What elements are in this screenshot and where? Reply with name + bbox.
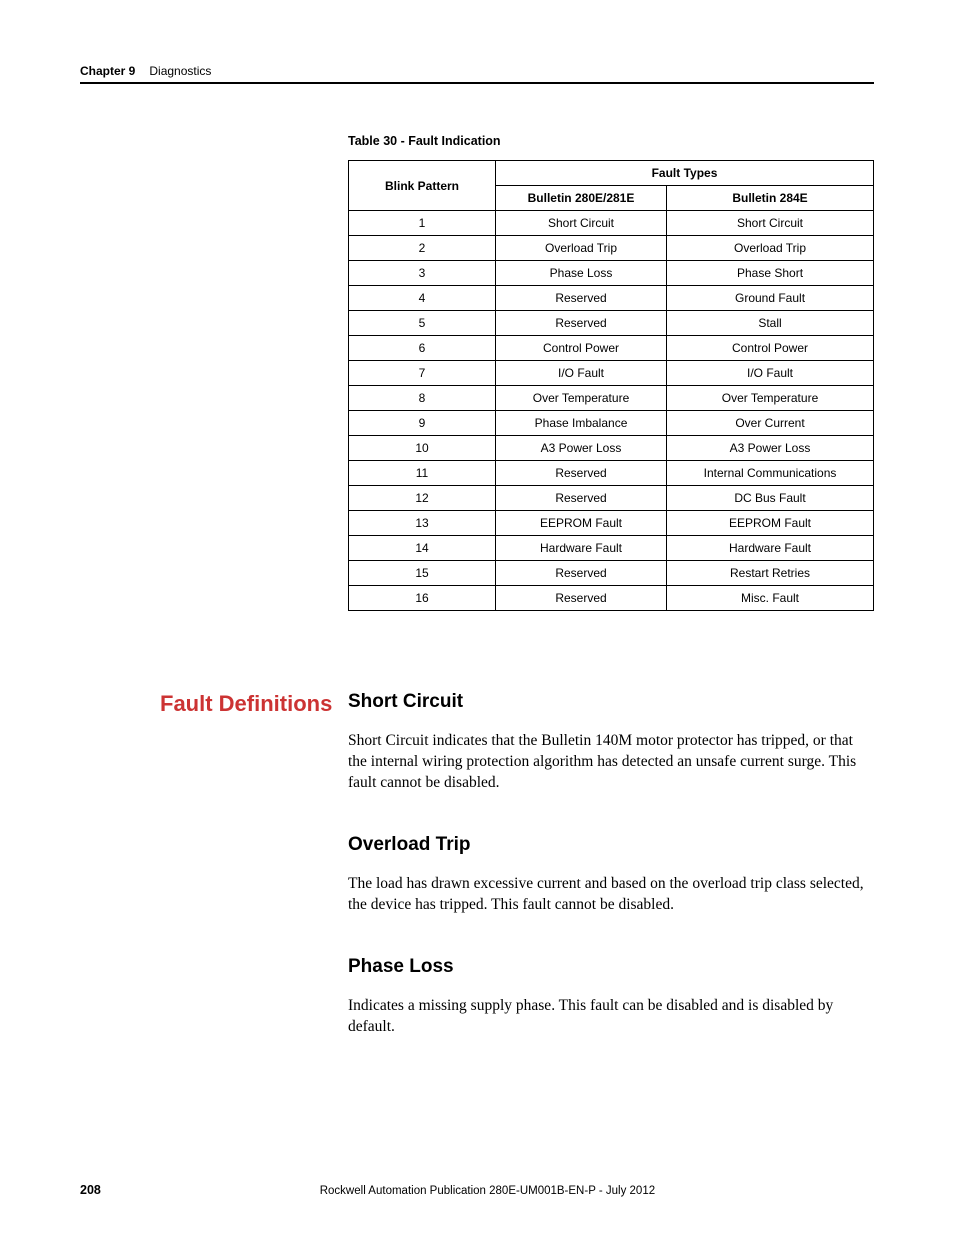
table-row: 7I/O FaultI/O Fault bbox=[349, 361, 874, 386]
bulletin-284e-cell: Over Current bbox=[667, 411, 874, 436]
page-number: 208 bbox=[80, 1183, 101, 1197]
blink-pattern-cell: 4 bbox=[349, 286, 496, 311]
bulletin-284e-cell: Control Power bbox=[667, 336, 874, 361]
bulletin-280e-cell: A3 Power Loss bbox=[496, 436, 667, 461]
col-fault-types: Fault Types bbox=[496, 161, 874, 186]
table-row: 9Phase ImbalanceOver Current bbox=[349, 411, 874, 436]
bulletin-284e-cell: DC Bus Fault bbox=[667, 486, 874, 511]
table-row: 4ReservedGround Fault bbox=[349, 286, 874, 311]
short-circuit-body: Short Circuit indicates that the Bulleti… bbox=[348, 731, 874, 794]
bulletin-280e-cell: EEPROM Fault bbox=[496, 511, 667, 536]
table-row: 12ReservedDC Bus Fault bbox=[349, 486, 874, 511]
table-row: 6Control PowerControl Power bbox=[349, 336, 874, 361]
blink-pattern-cell: 7 bbox=[349, 361, 496, 386]
blink-pattern-cell: 8 bbox=[349, 386, 496, 411]
section-label: Diagnostics bbox=[149, 64, 211, 78]
blink-pattern-cell: 12 bbox=[349, 486, 496, 511]
table-row: 8Over TemperatureOver Temperature bbox=[349, 386, 874, 411]
bulletin-280e-cell: I/O Fault bbox=[496, 361, 667, 386]
table-row: 14Hardware FaultHardware Fault bbox=[349, 536, 874, 561]
table-row: 1Short CircuitShort Circuit bbox=[349, 211, 874, 236]
table-row: 15ReservedRestart Retries bbox=[349, 561, 874, 586]
table-row: 2Overload TripOverload Trip bbox=[349, 236, 874, 261]
bulletin-280e-cell: Over Temperature bbox=[496, 386, 667, 411]
table-caption: Table 30 - Fault Indication bbox=[348, 134, 874, 148]
blink-pattern-cell: 3 bbox=[349, 261, 496, 286]
bulletin-280e-cell: Reserved bbox=[496, 486, 667, 511]
bulletin-280e-cell: Overload Trip bbox=[496, 236, 667, 261]
bulletin-280e-cell: Short Circuit bbox=[496, 211, 667, 236]
bulletin-280e-cell: Reserved bbox=[496, 586, 667, 611]
blink-pattern-cell: 9 bbox=[349, 411, 496, 436]
blink-pattern-cell: 13 bbox=[349, 511, 496, 536]
bulletin-280e-cell: Reserved bbox=[496, 461, 667, 486]
blink-pattern-cell: 5 bbox=[349, 311, 496, 336]
blink-pattern-cell: 2 bbox=[349, 236, 496, 261]
bulletin-280e-cell: Reserved bbox=[496, 286, 667, 311]
bulletin-284e-cell: Internal Communications bbox=[667, 461, 874, 486]
table-row: 3Phase LossPhase Short bbox=[349, 261, 874, 286]
blink-pattern-cell: 16 bbox=[349, 586, 496, 611]
fault-definitions-heading: Fault Definitions bbox=[160, 691, 332, 717]
blink-pattern-cell: 11 bbox=[349, 461, 496, 486]
short-circuit-heading: Short Circuit bbox=[348, 691, 874, 713]
overload-trip-body: The load has drawn excessive current and… bbox=[348, 874, 874, 916]
col-bulletin-280e-281e: Bulletin 280E/281E bbox=[496, 186, 667, 211]
table-row: 5ReservedStall bbox=[349, 311, 874, 336]
bulletin-280e-cell: Reserved bbox=[496, 561, 667, 586]
phase-loss-body: Indicates a missing supply phase. This f… bbox=[348, 996, 874, 1038]
bulletin-284e-cell: Ground Fault bbox=[667, 286, 874, 311]
bulletin-284e-cell: A3 Power Loss bbox=[667, 436, 874, 461]
phase-loss-heading: Phase Loss bbox=[348, 956, 874, 978]
bulletin-284e-cell: I/O Fault bbox=[667, 361, 874, 386]
blink-pattern-cell: 6 bbox=[349, 336, 496, 361]
table-row: 16ReservedMisc. Fault bbox=[349, 586, 874, 611]
publication-info: Rockwell Automation Publication 280E-UM0… bbox=[101, 1185, 874, 1197]
bulletin-284e-cell: Hardware Fault bbox=[667, 536, 874, 561]
chapter-label: Chapter 9 bbox=[80, 64, 135, 78]
bulletin-280e-cell: Reserved bbox=[496, 311, 667, 336]
bulletin-284e-cell: Short Circuit bbox=[667, 211, 874, 236]
bulletin-280e-cell: Hardware Fault bbox=[496, 536, 667, 561]
bulletin-280e-cell: Phase Imbalance bbox=[496, 411, 667, 436]
blink-pattern-cell: 15 bbox=[349, 561, 496, 586]
bulletin-284e-cell: Restart Retries bbox=[667, 561, 874, 586]
col-blink-pattern: Blink Pattern bbox=[349, 161, 496, 211]
bulletin-280e-cell: Phase Loss bbox=[496, 261, 667, 286]
table-row: 11ReservedInternal Communications bbox=[349, 461, 874, 486]
bulletin-284e-cell: Over Temperature bbox=[667, 386, 874, 411]
bulletin-284e-cell: Phase Short bbox=[667, 261, 874, 286]
bulletin-284e-cell: Overload Trip bbox=[667, 236, 874, 261]
col-bulletin-284e: Bulletin 284E bbox=[667, 186, 874, 211]
bulletin-284e-cell: Stall bbox=[667, 311, 874, 336]
blink-pattern-cell: 14 bbox=[349, 536, 496, 561]
blink-pattern-cell: 1 bbox=[349, 211, 496, 236]
overload-trip-heading: Overload Trip bbox=[348, 834, 874, 856]
blink-pattern-cell: 10 bbox=[349, 436, 496, 461]
fault-indication-table: Blink Pattern Fault Types Bulletin 280E/… bbox=[348, 160, 874, 611]
bulletin-280e-cell: Control Power bbox=[496, 336, 667, 361]
page-header: Chapter 9 Diagnostics bbox=[80, 64, 874, 84]
bulletin-284e-cell: Misc. Fault bbox=[667, 586, 874, 611]
bulletin-284e-cell: EEPROM Fault bbox=[667, 511, 874, 536]
table-row: 13EEPROM FaultEEPROM Fault bbox=[349, 511, 874, 536]
page-footer: 208 Rockwell Automation Publication 280E… bbox=[80, 1183, 874, 1197]
table-row: 10A3 Power LossA3 Power Loss bbox=[349, 436, 874, 461]
